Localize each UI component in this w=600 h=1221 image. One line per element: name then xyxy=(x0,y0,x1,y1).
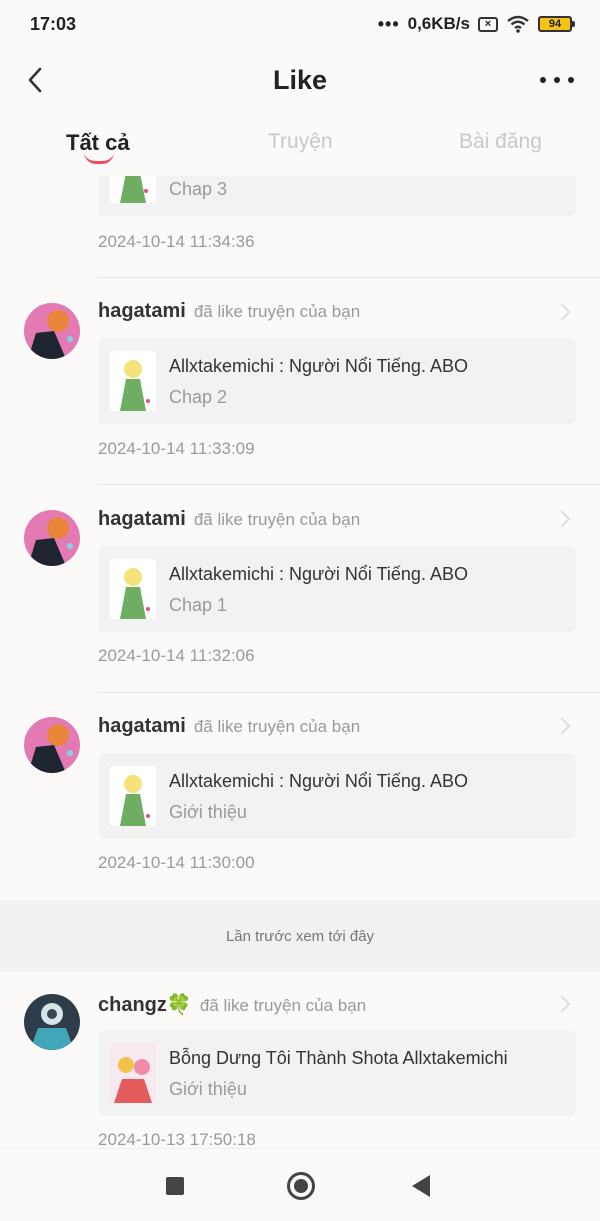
network-speed: 0,6KB/s xyxy=(407,14,470,33)
page-title: Like xyxy=(272,64,328,95)
avatar[interactable] xyxy=(24,717,80,773)
timestamp: 2024-10-13 17:50:18 xyxy=(98,1130,256,1148)
divider xyxy=(98,484,600,485)
status-bar: 17:03 ••• 0,6KB/s × 94 xyxy=(0,0,600,48)
chapter-label: Giới thiệu xyxy=(169,802,247,822)
divider xyxy=(98,692,600,693)
avatar[interactable] xyxy=(24,303,80,359)
timestamp: 2024-10-14 11:33:09 xyxy=(98,439,255,458)
chapter-label: Chap 1 xyxy=(169,595,228,615)
action-text: đã like truyện của bạn xyxy=(193,510,361,529)
story-thumbnail xyxy=(110,1043,156,1103)
chevron-right-icon[interactable] xyxy=(553,995,571,1013)
story-card[interactable]: Allxtakemichi : Người Nổi Tiếng. ABO Giớ… xyxy=(98,753,576,839)
battery-icon: 94 xyxy=(538,16,575,32)
notification-feed[interactable]: Chap 3 2024-10-14 11:34:36 hagatami đã l… xyxy=(0,176,600,1148)
story-card[interactable]: Chap 3 xyxy=(98,176,576,216)
more-options-icon[interactable] xyxy=(540,66,574,94)
story-thumbnail xyxy=(110,766,156,826)
battery-level: 94 xyxy=(548,18,562,30)
story-card[interactable]: Bỗng Dưng Tôi Thành Shota Allxtakemichi … xyxy=(98,1030,576,1116)
system-nav-bar xyxy=(0,1148,600,1221)
timestamp: 2024-10-14 11:32:06 xyxy=(98,646,255,665)
avatar[interactable] xyxy=(24,510,80,566)
status-time: 17:03 xyxy=(30,13,77,34)
tab-bar: Tất cả Truyện Bài đăng xyxy=(0,120,600,176)
wifi-icon xyxy=(507,15,529,33)
chevron-right-icon[interactable] xyxy=(553,510,571,528)
tab-posts[interactable]: Bài đăng xyxy=(459,130,542,154)
avatar[interactable] xyxy=(24,994,80,1050)
last-seen-separator: Lần trước xem tới đây xyxy=(0,900,600,972)
username[interactable]: hagatami xyxy=(98,508,186,531)
story-title: Bỗng Dưng Tôi Thành Shota Allxtakemichi xyxy=(169,1048,508,1068)
back-triangle-icon[interactable] xyxy=(412,1175,430,1197)
status-indicators: ••• 0,6KB/s × 94 xyxy=(377,13,575,35)
username[interactable]: hagatami xyxy=(98,715,186,738)
action-text: đã like truyện của bạn xyxy=(193,717,361,736)
story-title: Allxtakemichi : Người Nổi Tiếng. ABO xyxy=(169,356,468,376)
header: Like xyxy=(0,52,600,108)
timestamp: 2024-10-14 11:30:00 xyxy=(98,853,255,872)
chapter-label: Giới thiệu xyxy=(169,1079,247,1099)
story-thumbnail xyxy=(110,559,156,619)
last-seen-label: Lần trước xem tới đây xyxy=(225,927,375,945)
chevron-right-icon[interactable] xyxy=(553,717,571,735)
signal-dots: ••• xyxy=(377,13,400,34)
home-icon[interactable] xyxy=(287,1172,315,1200)
tab-stories[interactable]: Truyện xyxy=(268,130,333,154)
story-card[interactable]: Allxtakemichi : Người Nổi Tiếng. ABO Cha… xyxy=(98,338,576,424)
story-title: Allxtakemichi : Người Nổi Tiếng. ABO xyxy=(169,771,468,791)
user-line: hagatami đã like truyện của bạn xyxy=(98,300,360,323)
recent-apps-icon[interactable] xyxy=(166,1177,184,1195)
user-line: changz🍀 đã like truyện của bạn xyxy=(98,992,366,1017)
timestamp: 2024-10-14 11:34:36 xyxy=(98,232,255,251)
sim-x-icon: × xyxy=(478,16,498,32)
story-card[interactable]: Allxtakemichi : Người Nổi Tiếng. ABO Cha… xyxy=(98,546,576,632)
user-line: hagatami đã like truyện của bạn xyxy=(98,508,360,531)
chevron-right-icon[interactable] xyxy=(553,303,571,321)
back-chevron-icon[interactable] xyxy=(22,64,54,96)
user-line: hagatami đã like truyện của bạn xyxy=(98,715,360,738)
chapter-label: Chap 3 xyxy=(169,179,228,199)
chapter-label: Chap 2 xyxy=(169,387,228,407)
username[interactable]: changz🍀 xyxy=(98,992,192,1017)
action-text: đã like truyện của bạn xyxy=(193,302,361,321)
story-thumbnail xyxy=(110,176,156,203)
divider xyxy=(98,277,600,278)
username[interactable]: hagatami xyxy=(98,300,186,323)
story-thumbnail xyxy=(110,351,156,411)
story-title: Allxtakemichi : Người Nổi Tiếng. ABO xyxy=(169,564,468,584)
action-text: đã like truyện của bạn xyxy=(199,996,367,1015)
